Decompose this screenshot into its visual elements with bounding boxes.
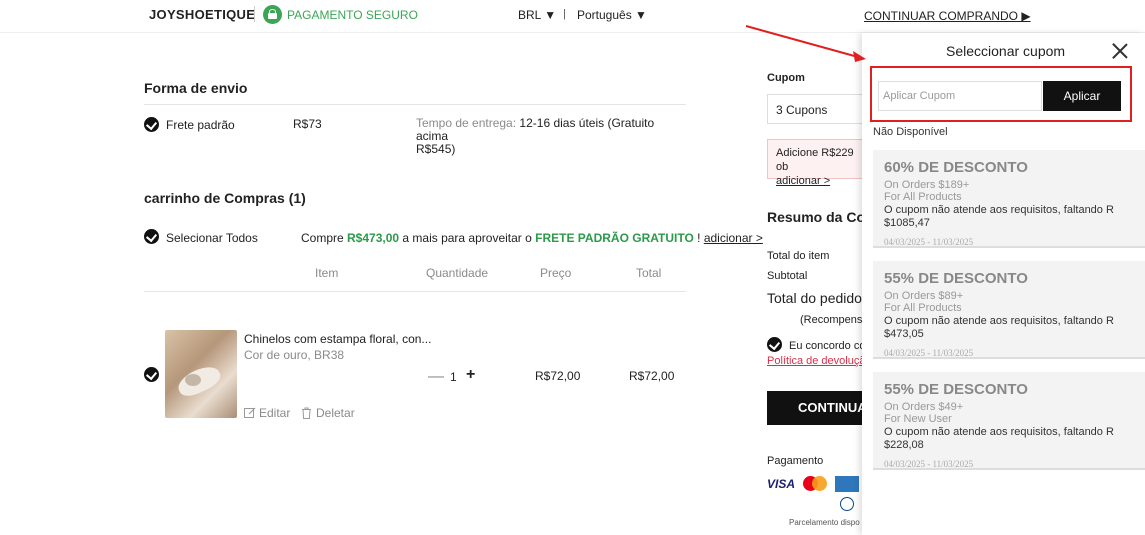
site-header: JOYSHOETIQUE PAGAMENTO SEGURO BRL ▼ | Po… (0, 0, 1145, 33)
delete-label: Deletar (316, 406, 355, 420)
coupon-title: 60% DE DESCONTO (884, 159, 1028, 176)
edit-button[interactable]: Editar (244, 406, 290, 420)
delete-button[interactable]: Deletar (301, 406, 355, 420)
trash-icon (302, 407, 311, 419)
item-check-icon[interactable] (144, 367, 159, 382)
item-price: R$72,00 (535, 369, 581, 383)
continue-shopping-link[interactable]: CONTINUAR COMPRANDO ▶ (864, 9, 1031, 23)
coupon-dates: 04/03/2025 - 11/03/2025 (884, 459, 974, 469)
mastercard-icon (803, 476, 828, 492)
coupon-dates: 04/03/2025 - 11/03/2025 (884, 348, 974, 358)
quantity-value[interactable]: 1 (450, 370, 457, 384)
payment-methods: VISA (767, 476, 860, 492)
product-name[interactable]: Chinelos com estampa floral, con... (244, 332, 431, 346)
coupon-card[interactable]: 55% DE DESCONTO On Orders $89+ For All P… (873, 261, 1145, 359)
coupon-code-input[interactable] (878, 81, 1042, 111)
language-selector[interactable]: Português ▼ (577, 8, 647, 22)
coupon-card[interactable]: 60% DE DESCONTO On Orders $189+ For All … (873, 150, 1145, 248)
shipping-title: Forma de envio (144, 80, 248, 96)
select-all-check-icon[interactable] (144, 229, 159, 244)
coupon-min: On Orders $49+ (884, 401, 964, 413)
coupon-reason-amount: $228,08 (884, 439, 924, 451)
coupon-scope: For New User (884, 413, 952, 425)
delivery-value-cont: R$545) (416, 142, 456, 156)
coupon-title: 55% DE DESCONTO (884, 270, 1028, 287)
coupon-min: On Orders $89+ (884, 290, 964, 302)
shipping-option[interactable]: Frete padrão (166, 118, 235, 132)
drawer-title: Seleccionar cupom (946, 43, 1066, 59)
column-item: Item (315, 266, 339, 280)
coupon-drawer: Seleccionar cupom Aplicar Não Disponível… (862, 33, 1145, 535)
delivery-label: Tempo de entrega: (416, 116, 517, 130)
reward-text: (Recompensa (800, 314, 869, 326)
order-total-label: Total do pedido (767, 290, 862, 306)
product-image[interactable] (165, 330, 237, 418)
secure-payment-label: PAGAMENTO SEGURO (287, 7, 418, 22)
cart-title: carrinho de Compras (1) (144, 190, 306, 206)
quantity-decrease-button[interactable]: — (428, 368, 444, 386)
coupon-card[interactable]: 55% DE DESCONTO On Orders $49+ For New U… (873, 372, 1145, 470)
promo-amount: R$473,00 (347, 231, 400, 245)
product-variant[interactable]: Cor de ouro, BR38 (244, 348, 344, 362)
add-more-notice: Adicione R$229 ob adicionar > (767, 139, 877, 187)
coupon-reason-amount: $1085,47 (884, 217, 930, 229)
lock-icon (263, 5, 282, 24)
installments-text: Parcelamento dispo (789, 518, 860, 527)
summary-title: Resumo da Com (767, 209, 878, 225)
column-quantity: Quantidade (426, 266, 489, 280)
return-policy-link[interactable]: Política de devoluçã (767, 355, 865, 367)
header-pipe: | (563, 8, 566, 20)
divider (144, 291, 686, 292)
header-divider (254, 6, 255, 22)
close-icon[interactable] (1112, 43, 1128, 59)
shipping-price: R$73 (293, 117, 322, 131)
coupon-scope: For All Products (884, 302, 962, 314)
payment-label: Pagamento (767, 455, 824, 467)
quantity-increase-button[interactable]: + (466, 366, 475, 384)
amex-icon (835, 476, 860, 492)
logo[interactable]: JOYSHOETIQUE (149, 7, 255, 22)
select-all-label[interactable]: Selecionar Todos (166, 231, 258, 245)
free-shipping-promo: Compre R$473,00 a mais para aproveitar o… (301, 231, 763, 245)
visa-icon: VISA (767, 477, 796, 491)
delivery-time: Tempo de entrega: 12-16 dias úteis (Grat… (416, 117, 686, 156)
promo-prefix: Compre (301, 231, 348, 245)
unavailable-label: Não Disponível (873, 126, 948, 138)
diners-icon (840, 497, 854, 511)
edit-label: Editar (259, 406, 291, 420)
coupon-reason: O cupom não atende aos requisitos, falta… (884, 315, 1114, 327)
agree-check-icon[interactable] (767, 337, 782, 352)
promo-mid: a mais para aproveitar o (399, 231, 536, 245)
coupon-reason-amount: $473,05 (884, 328, 924, 340)
promo-add-link[interactable]: adicionar > (704, 231, 763, 245)
item-total: R$72,00 (629, 369, 675, 383)
apply-coupon-button[interactable]: Aplicar (1043, 81, 1121, 111)
add-notice-text: Adicione R$229 ob (776, 147, 854, 173)
continue-button[interactable]: CONTINUA (767, 391, 877, 425)
agree-text[interactable]: Eu concordo co (789, 340, 865, 352)
coupon-dates: 04/03/2025 - 11/03/2025 (884, 237, 974, 247)
coupon-scope: For All Products (884, 191, 962, 203)
coupon-min: On Orders $189+ (884, 179, 970, 191)
item-total-label: Total do item (767, 250, 830, 262)
edit-icon (244, 407, 256, 418)
coupon-select[interactable]: 3 Cupons (767, 94, 877, 124)
add-notice-link[interactable]: adicionar > (776, 174, 868, 188)
promo-free-shipping: FRETE PADRÃO GRATUITO (535, 231, 694, 245)
coupon-title: 55% DE DESCONTO (884, 381, 1028, 398)
shipping-check-icon[interactable] (144, 117, 159, 132)
currency-selector[interactable]: BRL ▼ (518, 8, 556, 22)
promo-suffix: ! (693, 231, 704, 245)
column-total: Total (636, 266, 662, 280)
subtotal-label: Subtotal (767, 270, 808, 282)
coupon-reason: O cupom não atende aos requisitos, falta… (884, 204, 1114, 216)
column-price: Preço (540, 266, 572, 280)
coupon-label: Cupom (767, 72, 805, 84)
secure-payment-badge: PAGAMENTO SEGURO (263, 5, 418, 24)
coupon-reason: O cupom não atende aos requisitos, falta… (884, 426, 1114, 438)
divider (144, 104, 686, 105)
